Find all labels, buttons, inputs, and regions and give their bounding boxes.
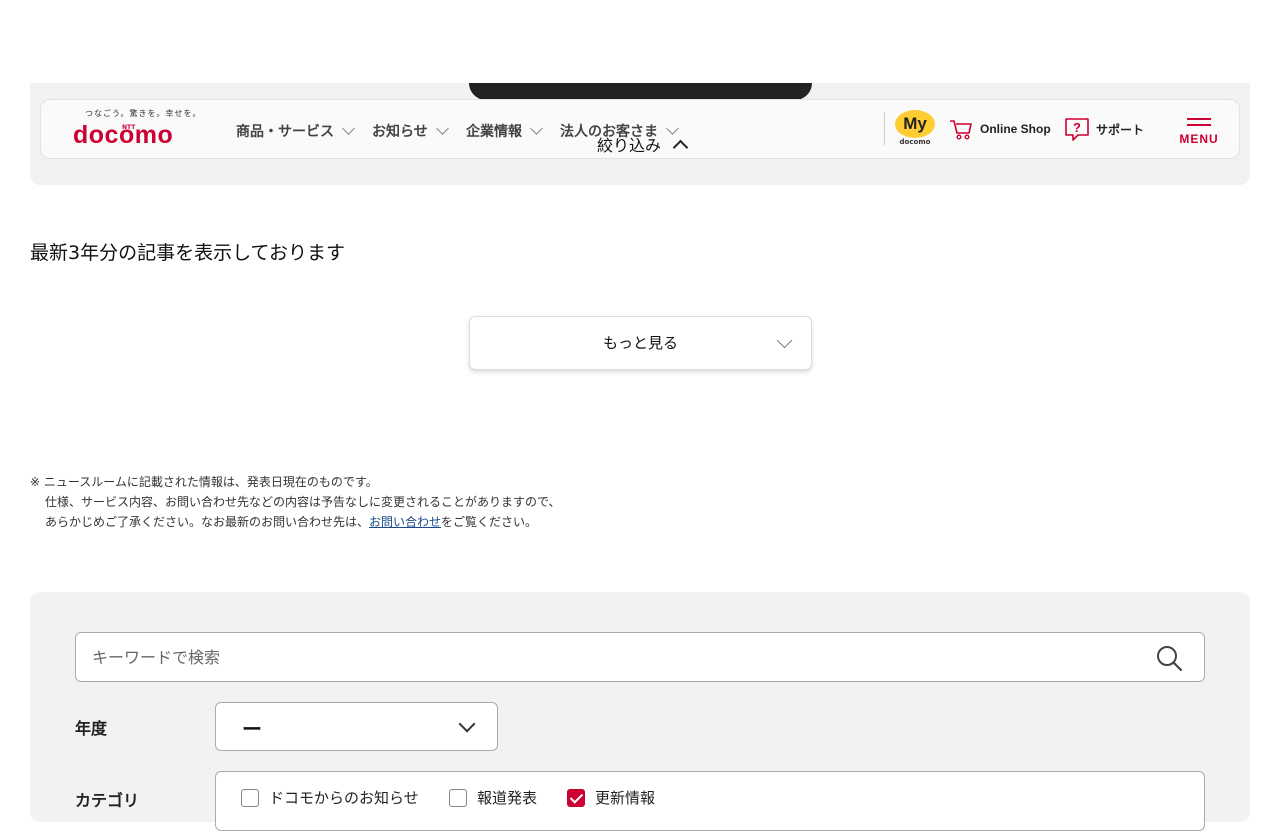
chevron-down-icon	[458, 715, 476, 733]
cart-icon	[950, 120, 972, 140]
hamburger-icon	[1187, 118, 1211, 120]
help-question-icon: ?	[1065, 118, 1089, 141]
nav-label: 商品・サービス	[236, 124, 334, 140]
nav-label: 企業情報	[466, 124, 522, 140]
year-select[interactable]: ー	[215, 702, 498, 751]
checkbox-icon[interactable]	[449, 788, 467, 807]
disclaimer-text: をご覧ください。	[441, 515, 538, 529]
chevron-down-icon	[530, 122, 543, 135]
category-label: カテゴリ	[75, 791, 140, 810]
disclaimer-line-1: ※ ニュースルームに記載された情報は、発表日現在のものです。	[30, 475, 378, 489]
notice-text: 最新3年分の記事を表示しております	[30, 242, 345, 264]
logo-tagline: つなごう。驚きを。幸せを。	[85, 109, 202, 118]
keyword-search-input[interactable]	[75, 632, 1205, 682]
search-icon[interactable]	[1155, 644, 1183, 672]
logo-wordmark: docomo	[73, 121, 174, 149]
chevron-down-icon	[435, 122, 449, 135]
chevron-down-icon	[342, 122, 355, 135]
category-option-label: ドコモからのお知らせ	[269, 789, 419, 807]
category-option-label: 報道発表	[477, 789, 538, 807]
year-select-value: ー	[242, 717, 262, 741]
disclaimer-text: あらかじめご了承ください。なお最新のお問い合わせ先は、	[45, 515, 370, 529]
menu-label: MENU	[1179, 132, 1219, 146]
my-docomo-button[interactable]: My docomo	[894, 110, 936, 148]
category-checkbox-docomo-news[interactable]: ドコモからのお知らせ	[241, 787, 419, 808]
nav-corporate[interactable]: 企業情報	[466, 121, 543, 141]
nav-news[interactable]: お知らせ	[372, 121, 449, 141]
hamburger-icon	[1187, 124, 1211, 126]
my-docomo-icon: My	[895, 110, 935, 138]
filter-tab[interactable]	[469, 83, 812, 100]
my-docomo-sub: docomo	[899, 138, 931, 146]
filter-toggle[interactable]: 絞り込み	[597, 132, 689, 156]
load-more-button[interactable]: もっと見る	[469, 316, 812, 370]
checkbox-icon[interactable]	[241, 788, 259, 807]
menu-button[interactable]: MENU	[1176, 116, 1222, 148]
load-more-label: もっと見る	[602, 334, 678, 352]
header-divider	[884, 112, 885, 145]
category-checkbox-updates[interactable]: 更新情報	[567, 787, 655, 808]
support-label: サポート	[1096, 122, 1145, 137]
disclaimer-line-2: 仕様、サービス内容、お問い合わせ先などの内容は予告なしに変更されることがあります…	[45, 495, 561, 509]
chevron-up-icon	[672, 139, 689, 155]
nav-label: お知らせ	[372, 124, 428, 140]
category-checkbox-press-release[interactable]: 報道発表	[449, 787, 537, 808]
filter-toggle-label: 絞り込み	[597, 136, 662, 155]
category-option-label: 更新情報	[595, 789, 656, 807]
nav-products-services[interactable]: 商品・サービス	[236, 121, 355, 141]
contact-link[interactable]: お問い合わせ	[369, 515, 441, 529]
disclaimer-line-3: あらかじめご了承ください。なお最新のお問い合わせ先は、お問い合わせをご覧ください…	[45, 513, 537, 530]
docomo-logo[interactable]: つなごう。驚きを。幸せを。 NTT docomo	[73, 108, 203, 152]
year-label: 年度	[75, 719, 108, 738]
online-shop-link[interactable]: Online Shop	[948, 116, 1051, 142]
online-shop-label: Online Shop	[980, 122, 1051, 136]
svg-text:?: ?	[1073, 120, 1081, 135]
checkbox-checked-icon[interactable]	[567, 788, 585, 807]
support-link[interactable]: ? サポート	[1064, 116, 1144, 142]
